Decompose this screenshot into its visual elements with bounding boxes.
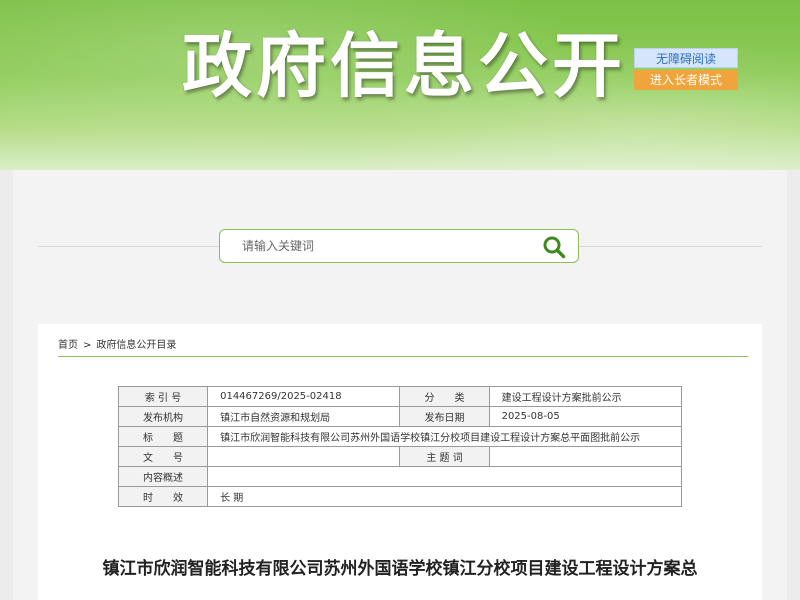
validity-label: 时 效 xyxy=(117,486,209,507)
search-box xyxy=(219,229,579,263)
table-row: 内容概述 xyxy=(117,466,682,487)
doc-number-label: 文 号 xyxy=(117,446,209,467)
publisher-label: 发布机构 xyxy=(117,406,209,427)
subject-label: 主 题 词 xyxy=(399,446,490,467)
date-value: 2025-08-05 xyxy=(488,406,683,427)
table-row: 索 引 号 014467269/2025-02418 分 类 建设工程设计方案批… xyxy=(117,386,683,407)
subject-value xyxy=(488,446,683,467)
breadcrumb-divider xyxy=(58,356,748,357)
table-row: 时 效 长 期 xyxy=(117,486,682,507)
title-label: 标 题 xyxy=(117,426,209,447)
article-title: 镇江市欣润智能科技有限公司苏州外国语学校镇江分校项目建设工程设计方案总 xyxy=(102,559,698,579)
title-value: 镇江市欣润智能科技有限公司苏州外国语学校镇江分校项目建设工程设计方案总平面图批前… xyxy=(207,426,682,447)
header-banner: 政府信息公开 无障碍阅读 进入长者模式 xyxy=(0,0,800,170)
summary-label: 内容概述 xyxy=(117,466,209,487)
search-icon[interactable] xyxy=(542,235,566,259)
table-row: 文 号 主 题 词 xyxy=(117,446,683,467)
breadcrumb-separator: > xyxy=(83,340,92,351)
table-row: 标 题 镇江市欣润智能科技有限公司苏州外国语学校镇江分校项目建设工程设计方案总平… xyxy=(117,426,682,447)
search-input[interactable] xyxy=(232,230,532,262)
validity-value: 长 期 xyxy=(207,486,682,507)
elder-mode-button[interactable]: 进入长者模式 xyxy=(634,70,738,90)
doc-number-value xyxy=(207,446,401,467)
accessibility-button[interactable]: 无障碍阅读 xyxy=(634,48,738,68)
category-label: 分 类 xyxy=(399,386,490,407)
index-value: 014467269/2025-02418 xyxy=(207,386,401,407)
breadcrumb-directory-link[interactable]: 政府信息公开目录 xyxy=(96,340,176,351)
content-card: 首页 > 政府信息公开目录 索 引 号 014467269/2025-02418 分… xyxy=(38,324,762,600)
main-panel: 首页 > 政府信息公开目录 索 引 号 014467269/2025-02418 分… xyxy=(13,170,787,600)
table-row: 发布机构 镇江市自然资源和规划局 发布日期 2025-08-05 xyxy=(117,406,683,427)
summary-value xyxy=(207,466,682,487)
publisher-value: 镇江市自然资源和规划局 xyxy=(207,406,401,427)
metadata-table: 索 引 号 014467269/2025-02418 分 类 建设工程设计方案批… xyxy=(117,386,683,507)
category-value: 建设工程设计方案批前公示 xyxy=(488,386,683,407)
breadcrumb: 首页 > 政府信息公开目录 xyxy=(58,336,176,351)
breadcrumb-home-link[interactable]: 首页 xyxy=(58,340,78,351)
index-label: 索 引 号 xyxy=(117,386,209,407)
site-title: 政府信息公开 xyxy=(182,25,626,107)
date-label: 发布日期 xyxy=(399,406,490,427)
